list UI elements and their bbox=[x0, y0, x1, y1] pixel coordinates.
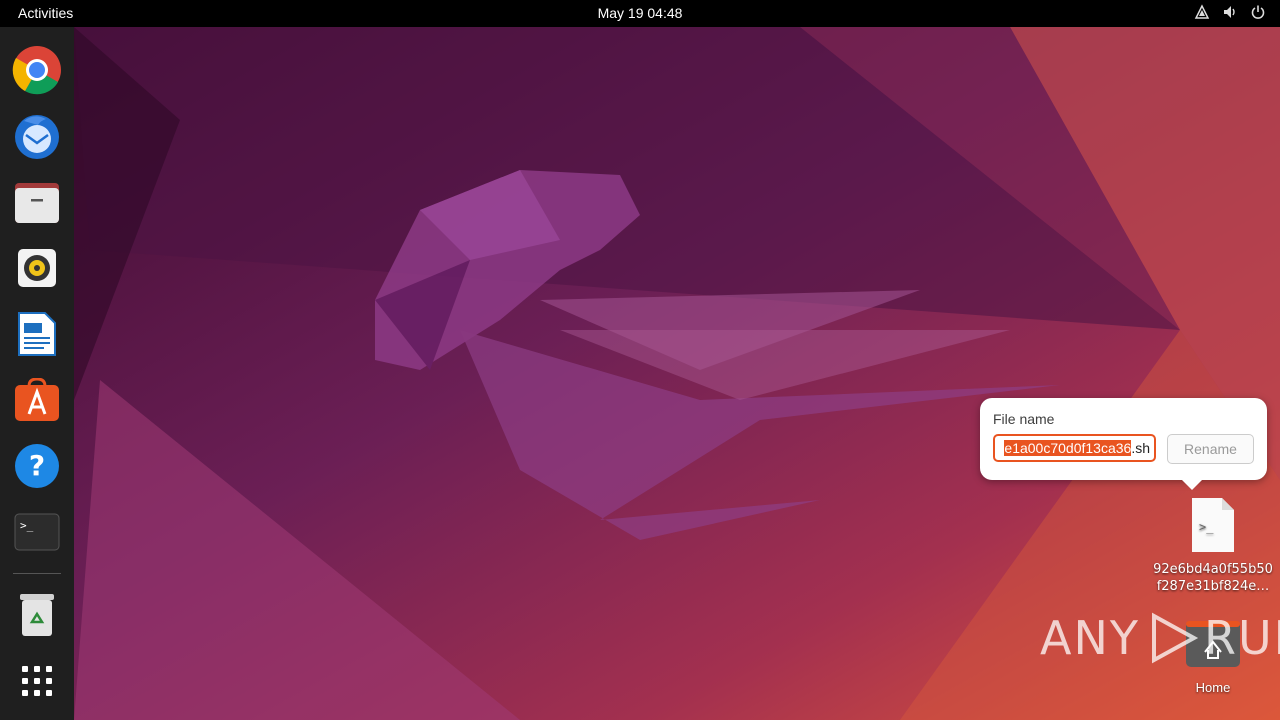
home-folder-label: Home bbox=[1195, 680, 1231, 695]
file-name-selected-text: e1a00c70d0f13ca36 bbox=[1004, 440, 1132, 456]
dock-separator bbox=[13, 573, 61, 574]
svg-text:>_: >_ bbox=[1199, 520, 1214, 534]
popover-title: File name bbox=[993, 411, 1055, 427]
svg-text:?: ? bbox=[29, 449, 45, 482]
trash-icon[interactable] bbox=[10, 588, 64, 642]
dock: ? >_ bbox=[0, 27, 74, 720]
files-icon[interactable] bbox=[10, 175, 64, 229]
rename-button[interactable]: Rename bbox=[1167, 434, 1254, 464]
watermark-play-icon bbox=[1151, 612, 1199, 664]
desktop-script-file[interactable]: >_ 92e6bd4a0f55b50 f287e31bf824e… bbox=[1150, 497, 1276, 595]
svg-text:>_: >_ bbox=[20, 519, 34, 532]
rhythmbox-icon[interactable] bbox=[10, 241, 64, 295]
power-icon[interactable] bbox=[1250, 4, 1266, 20]
thunderbird-icon[interactable] bbox=[10, 109, 64, 163]
rename-popover: File name e1a00c70d0f13ca36.sh Rename bbox=[980, 398, 1267, 490]
clock[interactable]: May 19 04:48 bbox=[598, 5, 683, 21]
help-icon[interactable]: ? bbox=[10, 439, 64, 493]
anyrun-watermark: ANY RUN bbox=[1040, 610, 1280, 666]
writer-icon[interactable] bbox=[10, 307, 64, 361]
script-file-name-line1: 92e6bd4a0f55b50 bbox=[1153, 562, 1273, 577]
app-center-icon[interactable] bbox=[10, 373, 64, 427]
chrome-icon[interactable] bbox=[10, 43, 64, 97]
script-file-name-line2: f287e31bf824e… bbox=[1156, 579, 1270, 594]
top-bar: Activities May 19 04:48 bbox=[0, 0, 1280, 27]
file-name-input[interactable]: e1a00c70d0f13ca36.sh bbox=[993, 434, 1156, 462]
volume-icon[interactable] bbox=[1222, 4, 1238, 20]
file-name-extension: .sh bbox=[1131, 440, 1150, 456]
terminal-icon[interactable]: >_ bbox=[10, 505, 64, 559]
watermark-text-right: RUN bbox=[1203, 611, 1280, 665]
activities-button[interactable]: Activities bbox=[18, 5, 73, 21]
show-apps-icon[interactable] bbox=[10, 654, 64, 708]
watermark-text-left: ANY bbox=[1040, 611, 1140, 665]
script-file-icon: >_ bbox=[1191, 497, 1235, 553]
network-icon[interactable] bbox=[1194, 4, 1210, 20]
system-tray[interactable] bbox=[1194, 4, 1266, 20]
